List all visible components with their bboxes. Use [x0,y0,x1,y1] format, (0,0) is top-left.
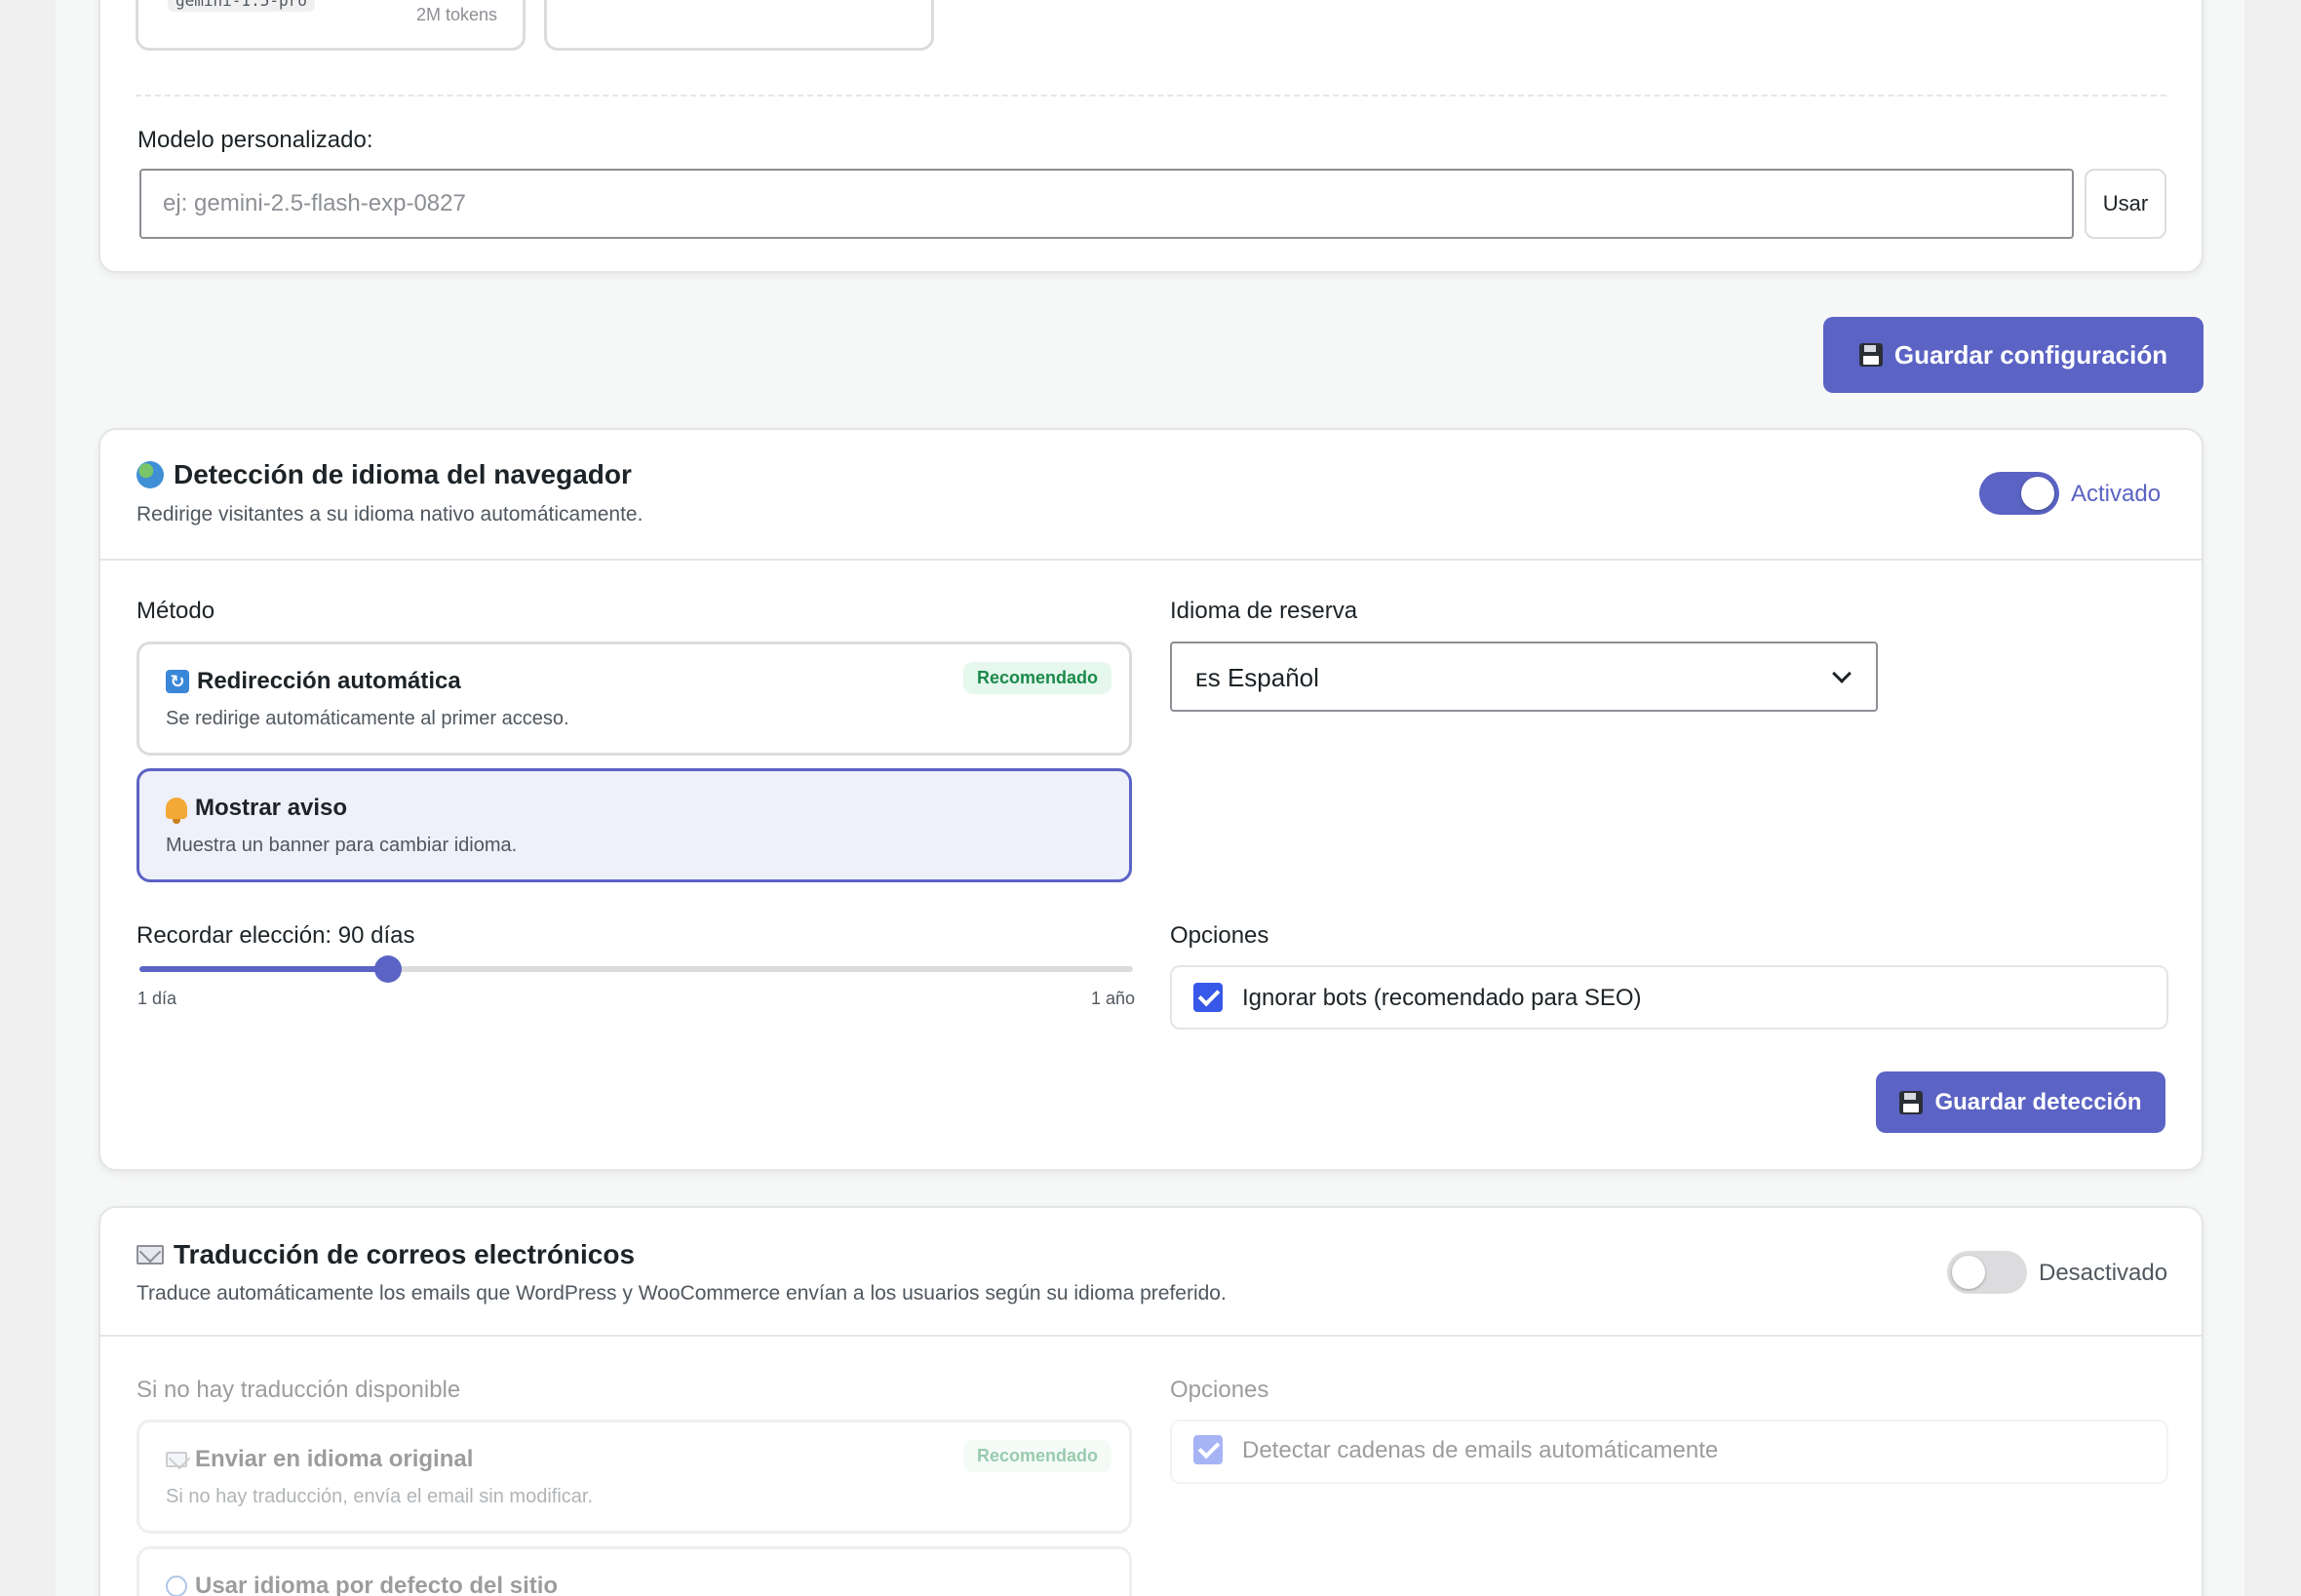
model-tokens: 2M tokens [415,5,497,24]
option-title: Mostrar aviso [166,795,348,824]
email-translation-card: Traducción de correos electrónicos Tradu… [98,1206,2204,1596]
ignore-bots-option[interactable]: Ignorar bots (recomendado para SEO) [1170,965,2168,1030]
custom-model-label: Modelo personalizado: [137,127,373,153]
model-code: gemini-1.5-pro [168,0,315,12]
divider [136,95,2166,97]
save-detection-button[interactable]: Guardar detección [1876,1071,2165,1133]
recommended-badge: Recomendado [962,662,1112,694]
ignore-bots-label: Ignorar bots (recomendado para SEO) [1242,985,1642,1011]
language-detection-card: Detección de idioma del navegador Rediri… [98,428,2204,1171]
card-description: Redirige visitantes a su idioma nativo a… [136,503,644,526]
slider-thumb[interactable] [373,955,402,983]
globe-icon [166,1576,187,1596]
chevron-down-icon [1832,664,1852,683]
card-header: Traducción de correos electrónicos Tradu… [100,1208,2202,1337]
card-title: Detección de idioma del navegador [136,459,632,490]
refresh-icon: ↻ [166,670,189,693]
recommended-badge: Recomendado [962,1440,1112,1472]
email-option-original[interactable]: Enviar en idioma original Si no hay trad… [136,1420,1132,1534]
model-option-card[interactable]: gemini-1.5-pro 2M tokens [136,0,526,51]
bell-icon [166,798,187,824]
option-title: ↻ Redirección automática [166,668,461,695]
detect-email-strings-option[interactable]: Detectar cadenas de emails automáticamen… [1170,1420,2168,1484]
model-option-card[interactable] [544,0,934,51]
option-title-text: Usar idioma por defecto del sitio [195,1573,559,1596]
toggle-knob [1952,1256,1985,1289]
email-toggle[interactable] [1947,1251,2027,1294]
save-detection-label: Guardar detección [1934,1088,2142,1115]
method-option-show-notice[interactable]: Mostrar aviso Muestra un banner para cam… [136,768,1132,882]
options-label: Opciones [1170,1377,1269,1403]
no-translation-label: Si no hay traducción disponible [136,1377,461,1403]
fallback-language-select[interactable]: ᴇs Español [1170,642,1878,712]
card-header: Detección de idioma del navegador Rediri… [100,430,2202,561]
detect-strings-label: Detectar cadenas de emails automáticamen… [1242,1437,1719,1463]
detect-strings-checkbox[interactable] [1193,1435,1223,1464]
option-title-text: Mostrar aviso [195,795,348,821]
option-title-text: Enviar en idioma original [195,1446,474,1472]
save-config-label: Guardar configuración [1893,339,2168,370]
slider-min-label: 1 día [137,989,177,1008]
envelope-icon [136,1245,164,1265]
option-description: Muestra un banner para cambiar idioma. [166,835,518,856]
use-model-button[interactable]: Usar [2085,169,2166,239]
ignore-bots-checkbox[interactable] [1193,983,1223,1012]
email-option-site-default[interactable]: Usar idioma por defecto del sitio [136,1546,1132,1596]
card-description: Traduce automáticamente los emails que W… [136,1282,1227,1304]
option-title: Enviar en idioma original [166,1446,473,1473]
detection-toggle[interactable] [1979,472,2059,515]
options-label: Opciones [1170,922,1269,949]
globe-icon [136,461,164,488]
slider-max-label: 1 año [1091,989,1136,1008]
card-title-text: Detección de idioma del navegador [174,459,632,489]
fallback-language-label: Idioma de reserva [1170,598,1358,624]
floppy-disk-icon [1899,1090,1924,1114]
model-config-card: gemini-1.5-pro 2M tokens Modelo personal… [98,0,2204,273]
card-title-text: Traducción de correos electrónicos [174,1239,636,1269]
option-title: Usar idioma por defecto del sitio [166,1573,558,1596]
remember-choice-label: Recordar elección: 90 días [136,922,415,949]
toggle-label: Desactivado [2039,1260,2168,1286]
remember-slider[interactable] [139,955,1133,983]
floppy-disk-icon [1858,343,1883,367]
toggle-knob [2021,477,2054,510]
custom-model-input[interactable] [139,169,2074,239]
save-config-button[interactable]: Guardar configuración [1823,317,2204,393]
card-title: Traducción de correos electrónicos [136,1239,635,1270]
method-label: Método [136,598,215,624]
option-title-text: Redirección automática [197,668,461,694]
option-description: Se redirige automáticamente al primer ac… [166,708,569,729]
method-option-auto-redirect[interactable]: ↻ Redirección automática Se redirige aut… [136,642,1132,756]
slider-fill [139,966,388,972]
toggle-label: Activado [2071,481,2162,507]
option-description: Si no hay traducción, envía el email sin… [166,1486,593,1507]
envelope-icon [166,1452,187,1467]
selected-language: ᴇs Español [1195,663,1319,692]
